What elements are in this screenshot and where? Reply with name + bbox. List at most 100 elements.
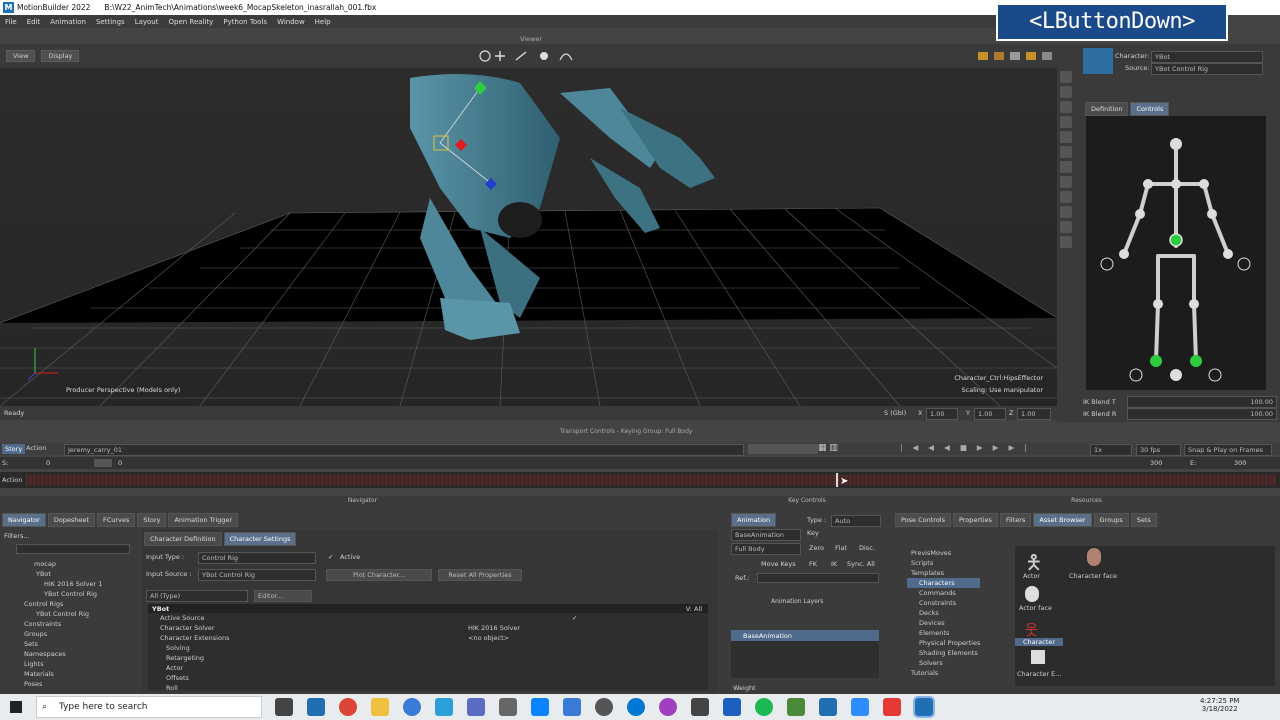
tree-item-hik-solver[interactable]: HIK 2016 Solver 1 <box>16 579 102 589</box>
filters-label[interactable]: Filters... <box>4 532 30 540</box>
property-value[interactable]: <no object> <box>468 633 509 643</box>
windows-start-icon[interactable] <box>10 701 22 713</box>
app-icon[interactable] <box>883 698 901 716</box>
keying-tool-icon[interactable] <box>1060 161 1072 173</box>
tab-filters[interactable]: Filters <box>999 513 1032 527</box>
story-toggle[interactable]: Story <box>2 444 26 454</box>
input-type-select[interactable]: Control Rig <box>198 552 316 564</box>
tree-item-sets[interactable]: Sets <box>16 639 102 649</box>
tree-item-tutorials[interactable]: Tutorials <box>907 668 980 678</box>
app-icon[interactable] <box>723 698 741 716</box>
asset-actor[interactable]: Actor <box>1023 572 1040 580</box>
type-filter-select[interactable]: All (Type) <box>146 590 248 602</box>
app-icon[interactable] <box>403 698 421 716</box>
reset-properties-button[interactable]: Reset All Properties <box>438 569 522 581</box>
tab-character-settings[interactable]: Character Settings <box>223 532 297 546</box>
tree-item-constraints[interactable]: Constraints <box>907 598 980 608</box>
end-value-2[interactable]: 300 <box>1234 459 1246 467</box>
tab-asset-browser[interactable]: Asset Browser <box>1033 513 1092 527</box>
disc-button[interactable]: Disc. <box>859 544 875 552</box>
asset-character-face[interactable]: Character face <box>1069 572 1117 580</box>
tree-item-groups[interactable]: Groups <box>16 629 102 639</box>
tree-item-previsemoves[interactable]: PrevisMoves <box>907 548 980 558</box>
tree-item-solvers[interactable]: Solvers <box>907 658 980 668</box>
frame-spinner[interactable] <box>94 459 112 467</box>
tree-item-lights[interactable]: Lights <box>16 659 102 669</box>
start-value[interactable]: 0 <box>46 459 50 467</box>
snap-select[interactable]: Snap & Play on Frames <box>1184 444 1272 456</box>
property-row[interactable]: Character Solver HIK 2016 Solver <box>148 623 708 633</box>
tab-animation-trigger[interactable]: Animation Trigger <box>168 513 239 527</box>
tab-fcurves[interactable]: FCurves <box>96 513 136 527</box>
transform-tools[interactable] <box>478 48 578 64</box>
menu-python-tools[interactable]: Python Tools <box>223 18 267 26</box>
layout-icon[interactable]: ▦ ▥ <box>818 443 838 453</box>
task-view-icon[interactable] <box>275 698 293 716</box>
tree-item-scripts[interactable]: Scripts <box>907 558 980 568</box>
active-checkbox[interactable]: ✓ <box>328 553 333 561</box>
motionbuilder-icon[interactable] <box>307 698 325 716</box>
navigator-search-input[interactable] <box>16 544 130 554</box>
menu-animation[interactable]: Animation <box>50 18 86 26</box>
tree-item-constraints[interactable]: Constraints <box>16 619 102 629</box>
menu-help[interactable]: Help <box>315 18 331 26</box>
type-select[interactable]: Auto <box>831 515 881 527</box>
plot-character-button[interactable]: Plot Character... <box>326 569 432 581</box>
character-rig-figure[interactable] <box>1086 116 1266 390</box>
pin-tool-icon[interactable] <box>1060 131 1072 143</box>
tab-navigator[interactable]: Navigator <box>2 513 46 527</box>
property-row[interactable]: Solving <box>148 643 708 653</box>
tab-story[interactable]: Story <box>137 513 167 527</box>
app-icon[interactable] <box>563 698 581 716</box>
app-icon[interactable] <box>659 698 677 716</box>
scale-x-field[interactable]: 1.00 <box>926 408 958 420</box>
selection-icon[interactable] <box>1060 191 1072 203</box>
flat-button[interactable]: Flat <box>835 544 847 552</box>
tree-item-materials[interactable]: Materials <box>16 669 102 679</box>
translate-tool-icon[interactable] <box>1060 86 1072 98</box>
fps-select[interactable]: 30 fps <box>1136 444 1181 456</box>
zoom-icon[interactable] <box>851 698 869 716</box>
reach-tool-icon[interactable] <box>1060 146 1072 158</box>
3d-viewport[interactable]: Producer Perspective (Models only) Chara… <box>0 68 1057 406</box>
tab-controls[interactable]: Controls <box>1130 102 1170 116</box>
property-row[interactable]: Retargeting <box>148 653 708 663</box>
ik-button[interactable]: IK <box>831 560 837 568</box>
body-part-select[interactable]: Full Body <box>731 543 801 555</box>
tree-item-characters[interactable]: Characters <box>907 578 981 588</box>
menu-file[interactable]: File <box>5 18 17 26</box>
tree-item-mocap[interactable]: mocap <box>16 559 102 569</box>
tree-item-physical-properties[interactable]: Physical Properties <box>907 638 980 648</box>
tree-item-templates[interactable]: Templates <box>907 568 980 578</box>
tab-pose-controls[interactable]: Pose Controls <box>895 513 951 527</box>
end-value[interactable]: 300 <box>1150 459 1162 467</box>
playback-buttons[interactable]: |◀◀◀■▶▶▶| <box>900 443 1037 452</box>
tab-animation[interactable]: Animation <box>731 513 777 527</box>
zero-button[interactable]: Zero <box>809 544 824 552</box>
sync-all-button[interactable]: Sync. All <box>847 560 875 568</box>
play-mode-field[interactable] <box>748 444 818 454</box>
menu-window[interactable]: Window <box>277 18 305 26</box>
active-source-checkbox[interactable]: ✓ <box>572 613 577 623</box>
asset-character[interactable]: Character <box>1015 638 1063 646</box>
source-select[interactable]: YBot Control Rig <box>1151 63 1263 75</box>
property-row[interactable]: Character Extensions <no object> <box>148 633 708 643</box>
property-row[interactable]: Roll <box>148 683 708 693</box>
tree-item-ybot[interactable]: YBot <box>16 569 102 579</box>
asset-character-extension[interactable]: Character E... <box>1017 670 1061 678</box>
body-part-icon[interactable] <box>1060 176 1072 188</box>
chrome-icon[interactable] <box>339 698 357 716</box>
key-button[interactable]: Key <box>807 529 819 537</box>
take-select[interactable]: Jeremy_carry_01 <box>64 444 744 456</box>
tree-item-namespaces[interactable]: Namespaces <box>16 649 102 659</box>
property-row[interactable]: Actor <box>148 663 708 673</box>
speed-select[interactable]: 1x <box>1090 444 1132 456</box>
tab-groups[interactable]: Groups <box>1093 513 1129 527</box>
spotify-icon[interactable] <box>755 698 773 716</box>
current-frame[interactable]: 0 <box>118 459 122 467</box>
taskbar-search-input[interactable]: Type here to search <box>36 696 262 718</box>
tab-dopesheet[interactable]: Dopesheet <box>47 513 95 527</box>
clock[interactable]: 4:27:25 PM 3/18/2022 <box>1200 697 1239 713</box>
property-row[interactable]: Active Source ✓ <box>148 613 708 623</box>
layer-select[interactable]: BaseAnimation <box>731 529 801 541</box>
